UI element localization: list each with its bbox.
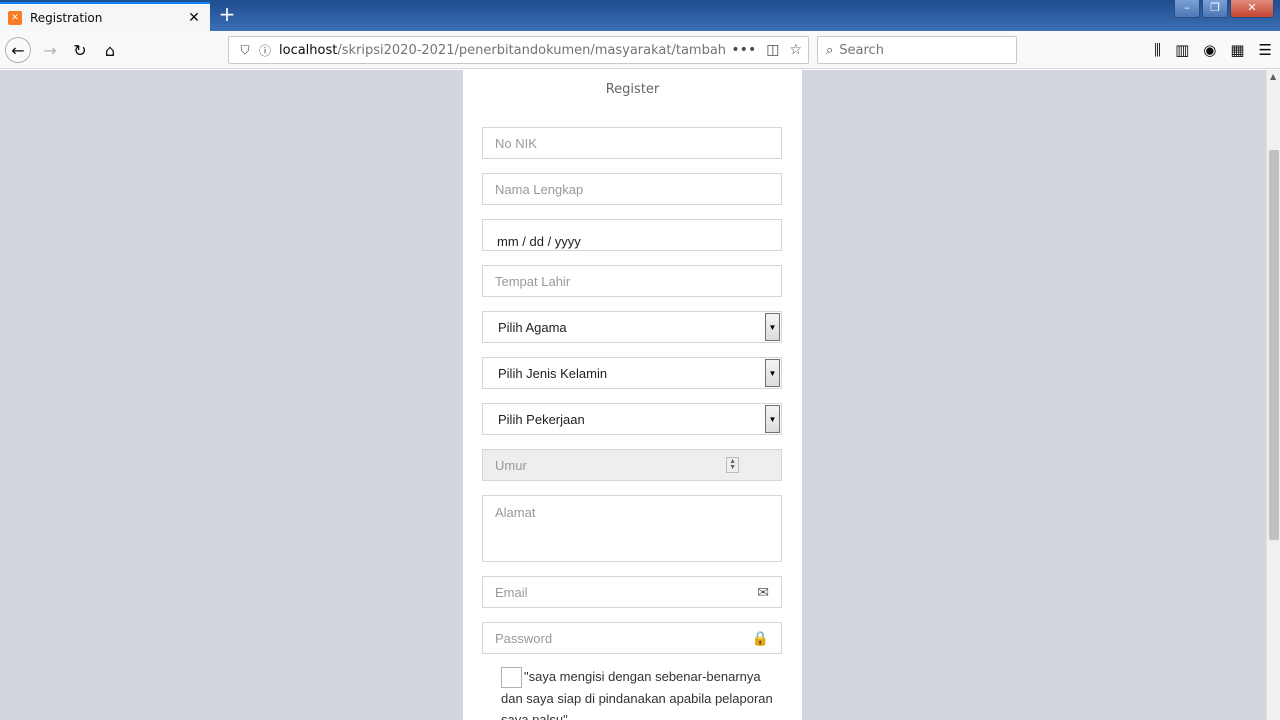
url-bar[interactable]: ⛉ ⓘ localhost/skripsi2020-2021/penerbita… xyxy=(228,36,809,64)
bookmark-star-icon[interactable]: ☆ xyxy=(789,42,802,58)
window-controls: – ❐ ✕ xyxy=(1174,0,1274,18)
email-input[interactable] xyxy=(495,584,758,600)
email-field: ✉ xyxy=(482,576,782,608)
tab-registration[interactable]: ✕ Registration ✕ xyxy=(0,2,210,31)
tempat-lahir-input[interactable] xyxy=(495,273,769,289)
maximize-button[interactable]: ❐ xyxy=(1202,0,1228,18)
title-bar: ✕ Registration ✕ + – ❐ ✕ xyxy=(0,0,1280,31)
url-path: /skripsi2020-2021/penerbitandokumen/masy… xyxy=(337,42,727,58)
agama-select[interactable]: Pilih Agama ▼ xyxy=(482,311,782,343)
new-tab-button[interactable]: + xyxy=(216,4,238,26)
spinner-icon: ▲ ▼ xyxy=(726,457,739,473)
nik-field xyxy=(482,127,782,159)
close-tab-icon[interactable]: ✕ xyxy=(186,10,202,26)
jenis-kelamin-selected: Pilih Jenis Kelamin xyxy=(498,365,608,381)
alamat-field xyxy=(482,495,782,562)
forward-button[interactable]: → xyxy=(37,37,63,63)
page-actions-icon[interactable]: ••• xyxy=(731,42,756,58)
password-input[interactable] xyxy=(495,630,752,646)
agreement: "saya mengisi dengan sebenar-benarnya da… xyxy=(501,666,781,720)
search-icon: ⌕ xyxy=(826,42,834,58)
close-window-button[interactable]: ✕ xyxy=(1230,0,1274,18)
umur-field: ▲▼ xyxy=(482,449,782,481)
nama-input[interactable] xyxy=(495,181,769,197)
jenis-kelamin-select[interactable]: Pilih Jenis Kelamin ▼ xyxy=(482,357,782,389)
register-card: Register mm / dd / yyyy Pilih Agama ▼ Pi… xyxy=(463,70,802,720)
toolbar-icons: ⫼ ▥ ◉ ▦ ☰ xyxy=(1154,41,1272,59)
tempat-lahir-field xyxy=(482,265,782,297)
tanggal-lahir-field[interactable]: mm / dd / yyyy xyxy=(482,219,782,251)
scrollbar-thumb[interactable] xyxy=(1269,150,1279,540)
extensions-icon[interactable]: ▦ xyxy=(1230,41,1244,59)
home-icon: ⌂ xyxy=(104,40,116,60)
url-host: localhost xyxy=(279,42,338,58)
shield-icon[interactable]: ⛉ xyxy=(235,43,255,58)
alamat-textarea[interactable] xyxy=(495,505,769,555)
navigation-toolbar: ← → ↻ ⌂ ⛉ ⓘ localhost/skripsi2020-2021/p… xyxy=(0,31,1280,69)
arrow-right-icon: → xyxy=(43,40,57,60)
agama-selected: Pilih Agama xyxy=(498,319,567,335)
agreement-text: "saya mengisi dengan sebenar-benarnya da… xyxy=(501,669,773,720)
dropdown-arrow-icon[interactable]: ▼ xyxy=(765,313,780,341)
register-title: Register xyxy=(605,82,660,97)
tanggal-lahir-value: mm / dd / yyyy xyxy=(497,234,581,249)
lock-icon: 🔒 xyxy=(751,629,769,646)
page-content: Register mm / dd / yyyy Pilih Agama ▼ Pi… xyxy=(0,70,1266,720)
pekerjaan-selected: Pilih Pekerjaan xyxy=(498,411,585,427)
umur-input xyxy=(495,457,727,473)
scroll-up-icon[interactable]: ▲ xyxy=(1270,72,1276,81)
search-input[interactable] xyxy=(839,42,990,58)
envelope-icon: ✉ xyxy=(757,583,769,600)
dropdown-arrow-icon[interactable]: ▼ xyxy=(765,405,780,433)
pekerjaan-select[interactable]: Pilih Pekerjaan ▼ xyxy=(482,403,782,435)
url-text[interactable]: localhost/skripsi2020-2021/penerbitandok… xyxy=(275,43,731,58)
reload-icon: ↻ xyxy=(73,40,87,60)
agreement-checkbox[interactable] xyxy=(501,667,522,689)
page-scrollbar[interactable]: ▲ xyxy=(1266,70,1280,720)
search-bar[interactable]: ⌕ xyxy=(817,36,1017,64)
xampp-favicon-icon: ✕ xyxy=(8,10,22,25)
back-button[interactable]: ← xyxy=(5,37,31,63)
home-button[interactable]: ⌂ xyxy=(97,37,123,63)
tab-title: Registration xyxy=(30,10,103,25)
info-icon[interactable]: ⓘ xyxy=(255,42,275,59)
sidebar-icon[interactable]: ▥ xyxy=(1175,41,1189,59)
library-icon[interactable]: ⫼ xyxy=(1154,41,1161,59)
minimize-button[interactable]: – xyxy=(1174,0,1200,18)
account-icon[interactable]: ◉ xyxy=(1203,41,1216,59)
nik-input[interactable] xyxy=(495,135,769,151)
arrow-left-icon: ← xyxy=(11,40,25,60)
nama-field xyxy=(482,173,782,205)
dropdown-arrow-icon[interactable]: ▼ xyxy=(765,359,780,387)
menu-icon[interactable]: ☰ xyxy=(1259,41,1272,59)
password-field: 🔒 xyxy=(482,622,782,654)
pocket-icon[interactable]: ◫ xyxy=(766,42,779,58)
reload-button[interactable]: ↻ xyxy=(67,37,93,63)
